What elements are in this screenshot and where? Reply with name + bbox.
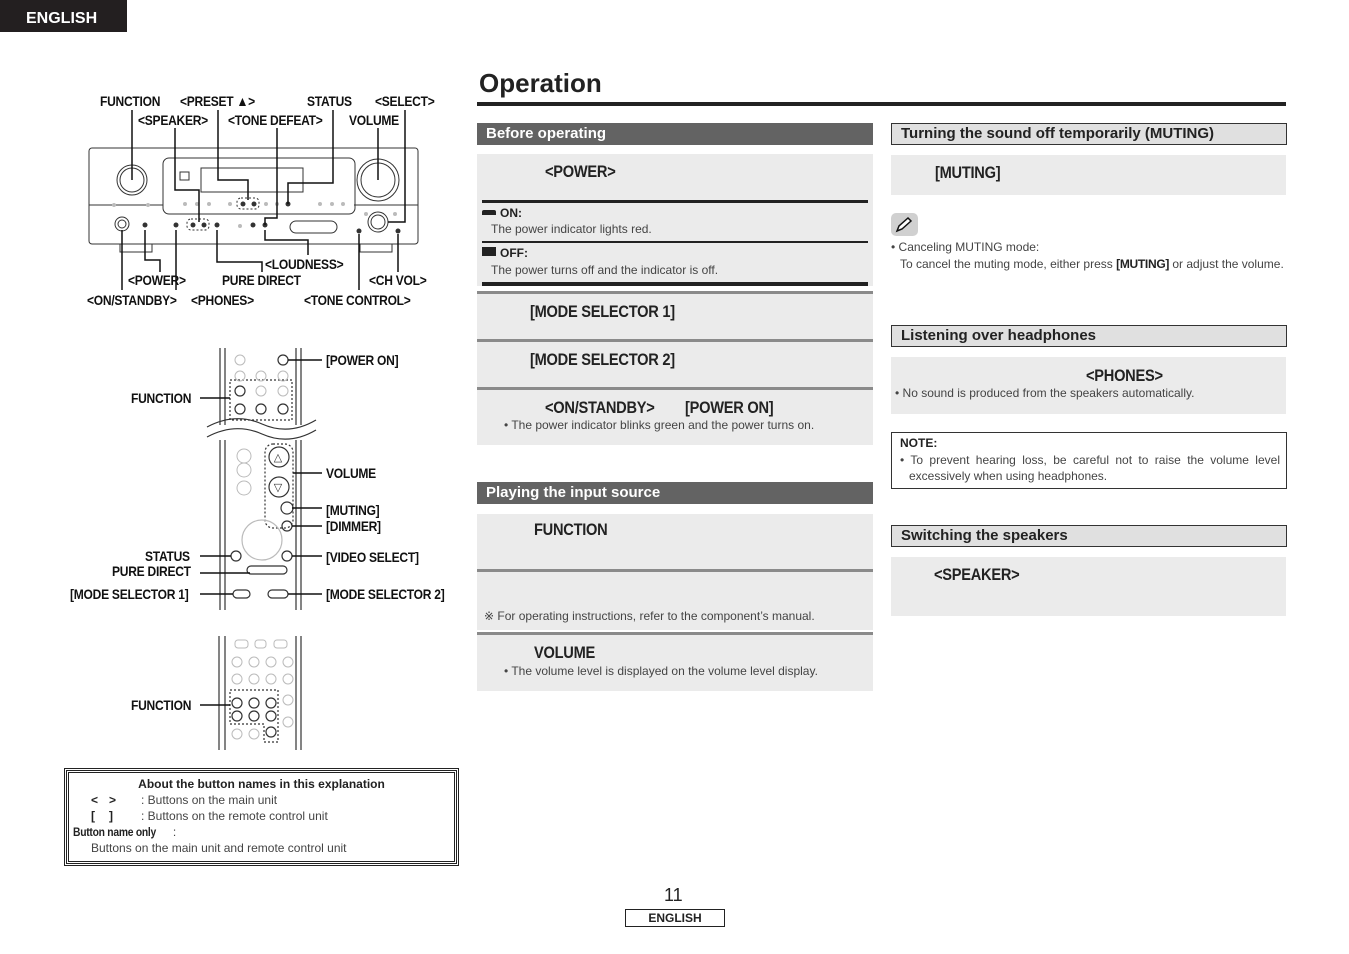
step-on-standby: <ON/STANDBY>	[545, 398, 655, 417]
phones-note: • No sound is produced from the speakers…	[895, 386, 1195, 400]
step-power-on: [POWER ON]	[685, 398, 774, 417]
note-text: • To prevent hearing loss, be careful no…	[900, 453, 1280, 483]
step-note: • The power indicator blinks green and t…	[504, 418, 815, 432]
step-box-mode-selector-2: [MODE SELECTOR 2]	[477, 342, 873, 387]
step-speaker: <SPEAKER>	[934, 565, 1020, 584]
page-number: 11	[664, 885, 683, 905]
button-off-icon	[482, 247, 496, 256]
step-mode-selector-2: [MODE SELECTOR 2]	[530, 350, 675, 369]
legend-button-name-only-label: Button name only	[73, 825, 157, 839]
legend-colon: :	[169, 825, 177, 839]
muting-desc-bold: [MUTING]	[1116, 257, 1170, 271]
component-note: ※ For operating instructions, refer to t…	[484, 609, 815, 623]
muting-desc-post: or adjust the volume.	[1169, 257, 1284, 271]
step-box-mode-selector-1: [MODE SELECTOR 1]	[477, 294, 873, 339]
button-on-icon	[482, 210, 496, 215]
title-rule	[477, 102, 1286, 106]
remote-lower-drawing	[200, 636, 302, 750]
section-header: Playing the input source	[477, 482, 873, 504]
footer-language: ENGLISH	[625, 909, 725, 927]
legend-row-main-unit: < > : Buttons on the main unit	[91, 793, 277, 807]
legend-symbol-close: ]	[109, 809, 113, 823]
volume-note: • The volume level is displayed on the v…	[504, 664, 818, 678]
section-header: Turning the sound off temporarily (MUTIN…	[891, 123, 1287, 145]
hearing-warning-note: NOTE: • To prevent hearing loss, be care…	[891, 432, 1287, 489]
step-box-on-standby: <ON/STANDBY> [POWER ON] • The power indi…	[477, 390, 873, 445]
label-function-remote-lower: FUNCTION	[131, 697, 192, 713]
divider	[482, 200, 868, 203]
muting-desc-pre: To cancel the muting mode, either press	[900, 257, 1117, 271]
on-label: ON:	[500, 206, 522, 220]
step-function: FUNCTION	[534, 520, 608, 539]
off-label: OFF:	[500, 246, 528, 260]
section-header: Before operating	[477, 123, 873, 145]
step-phones: <PHONES>	[1086, 366, 1163, 385]
muting-bullet-title: • Canceling MUTING mode:	[891, 240, 1040, 254]
divider	[482, 241, 868, 243]
step-volume: VOLUME	[534, 643, 596, 662]
step-box-phones: <PHONES> • No sound is produced from the…	[891, 357, 1286, 414]
on-desc: The power indicator lights red.	[491, 222, 652, 236]
legend-desc: : Buttons on the main unit	[141, 793, 278, 807]
page-title: Operation	[479, 68, 602, 98]
legend-symbol-open: [	[91, 809, 95, 823]
step-box-muting: [MUTING]	[891, 155, 1286, 195]
step-box-volume: VOLUME • The volume level is displayed o…	[477, 635, 873, 691]
button-name-legend: About the button names in this explanati…	[64, 768, 459, 866]
step-box-speaker: <SPEAKER>	[891, 557, 1286, 616]
step-box-function: FUNCTION	[477, 514, 873, 569]
legend-title: About the button names in this explanati…	[138, 777, 385, 791]
legend-button-name-only-desc: Buttons on the main unit and remote cont…	[91, 841, 347, 855]
legend-button-name-only: Button name only :	[73, 825, 176, 839]
divider	[482, 282, 868, 286]
note-title: NOTE:	[900, 436, 938, 450]
step-mode-selector-1: [MODE SELECTOR 1]	[530, 302, 675, 321]
muting-desc: To cancel the muting mode, either press …	[900, 256, 1286, 272]
step-box-play-component: ※ For operating instructions, refer to t…	[477, 572, 873, 630]
pencil-note-icon	[891, 213, 918, 236]
step-muting: [MUTING]	[935, 163, 1001, 182]
step-power: <POWER>	[545, 162, 616, 181]
step-box-power: <POWER> ON: The power indicator lights r…	[477, 154, 873, 286]
section-header: Switching the speakers	[891, 525, 1287, 547]
off-desc: The power turns off and the indicator is…	[491, 263, 719, 277]
legend-desc: : Buttons on the remote control unit	[141, 809, 328, 823]
legend-symbol-close: >	[109, 793, 117, 807]
legend-symbol-open: <	[91, 793, 99, 807]
section-header: Listening over headphones	[891, 325, 1287, 347]
legend-row-remote: [] : Buttons on the remote control unit	[91, 809, 328, 823]
